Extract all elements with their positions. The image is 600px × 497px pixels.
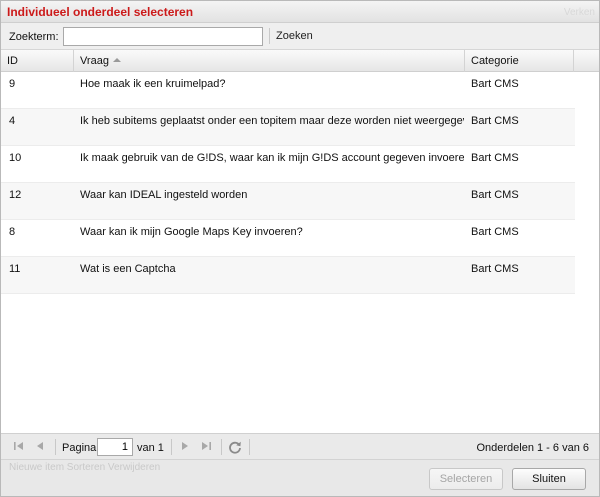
background-window-title: Verken [563, 7, 595, 18]
table-row[interactable]: 9 Hoe maak ik een kruimelpad? Bart CMS [1, 72, 575, 109]
first-page-icon[interactable] [12, 440, 26, 454]
prev-page-icon[interactable] [33, 440, 47, 454]
column-header-label: Vraag [80, 55, 109, 67]
cell-categorie: Bart CMS [471, 189, 519, 201]
cell-vraag: Hoe maak ik een kruimelpad? [80, 78, 226, 90]
cell-id: 4 [9, 115, 16, 127]
cell-id: 11 [9, 263, 21, 275]
pager-separator [55, 439, 56, 455]
grid-rows: 9 Hoe maak ik een kruimelpad? Bart CMS 4… [1, 72, 575, 294]
background-toolbar-text: Nieuwe item Sorteren Verwijderen [9, 462, 161, 473]
column-header-label: Categorie [471, 55, 519, 67]
search-input[interactable] [63, 27, 263, 46]
pager-separator [171, 439, 172, 455]
pager-separator [249, 439, 250, 455]
column-header-categorie[interactable]: Categorie [465, 50, 574, 72]
table-row[interactable]: 11 Wat is een Captcha Bart CMS [1, 257, 575, 294]
sort-ascending-icon [112, 58, 121, 63]
grid-header: ID Vraag Categorie [1, 50, 599, 72]
cell-vraag: Wat is een Captcha [80, 263, 176, 275]
table-row[interactable]: 10 Ik maak gebruik van de G!DS, waar kan… [1, 146, 575, 183]
table-row[interactable]: 12 Waar kan IDEAL ingesteld worden Bart … [1, 183, 575, 220]
cell-categorie: Bart CMS [471, 263, 519, 275]
refresh-icon[interactable] [228, 440, 242, 454]
cell-id: 8 [9, 226, 16, 238]
column-header-vraag[interactable]: Vraag [74, 50, 465, 72]
cell-vraag: Ik heb subitems geplaatst onder een topi… [80, 115, 464, 127]
cell-categorie: Bart CMS [471, 226, 519, 238]
paging-toolbar: Pagina van 1 Onderdelen 1 - 6 van 6 [1, 434, 599, 460]
column-header-id[interactable]: ID [1, 50, 74, 72]
pager-separator [221, 439, 222, 455]
cell-categorie: Bart CMS [471, 152, 519, 164]
close-button[interactable]: Sluiten [512, 468, 586, 490]
toolbar-separator [269, 28, 270, 44]
select-item-dialog: Individueel onderdeel selecteren Verken … [0, 0, 600, 497]
paging-info: Onderdelen 1 - 6 van 6 [476, 442, 589, 454]
select-button[interactable]: Selecteren [429, 468, 503, 490]
results-grid: ID Vraag Categorie 9 Hoe maak ik een kru… [1, 50, 599, 434]
cell-vraag: Ik maak gebruik van de G!DS, waar kan ik… [80, 152, 464, 164]
cell-id: 12 [9, 189, 22, 201]
dialog-footer: Nieuwe item Sorteren Verwijderen Selecte… [1, 460, 599, 496]
cell-categorie: Bart CMS [471, 115, 519, 127]
cell-id: 9 [9, 78, 16, 90]
dialog-title: Individueel onderdeel selecteren [7, 5, 194, 19]
column-header-label: ID [7, 55, 18, 67]
cell-categorie: Bart CMS [471, 78, 519, 90]
page-label: Pagina [62, 442, 97, 454]
cell-vraag: Waar kan ik mijn Google Maps Key invoere… [80, 226, 303, 238]
page-number-input[interactable] [97, 438, 133, 456]
page-count-label: van 1 [137, 442, 164, 454]
cell-id: 10 [9, 152, 22, 164]
search-toolbar: Zoekterm: Zoeken [1, 23, 599, 50]
cell-vraag: Waar kan IDEAL ingesteld worden [80, 189, 248, 201]
table-row[interactable]: 4 Ik heb subitems geplaatst onder een to… [1, 109, 575, 146]
last-page-icon[interactable] [199, 440, 213, 454]
next-page-icon[interactable] [178, 440, 192, 454]
search-button[interactable]: Zoeken [273, 28, 316, 45]
table-row[interactable]: 8 Waar kan ik mijn Google Maps Key invoe… [1, 220, 575, 257]
search-label: Zoekterm: [9, 31, 59, 43]
column-header-filler [574, 50, 599, 72]
dialog-titlebar[interactable]: Individueel onderdeel selecteren Verken [1, 1, 599, 23]
